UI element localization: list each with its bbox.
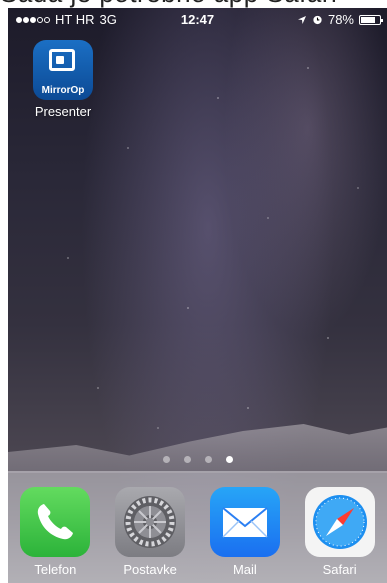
dock-label: Mail <box>232 562 257 577</box>
page-dot-active[interactable] <box>225 456 233 463</box>
app-mirrorop-presenter[interactable]: MirrorOp Presenter <box>20 40 106 119</box>
dock-label: Safari <box>322 562 357 577</box>
dock: Telefon Postavke Mail Safari <box>8 471 387 583</box>
phone-icon <box>20 487 91 557</box>
location-arrow-icon <box>297 15 306 24</box>
mail-icon <box>209 487 280 557</box>
dock-app-mail[interactable]: Mail <box>205 487 285 577</box>
dock-label: Telefon <box>34 562 77 577</box>
battery-icon <box>359 14 383 25</box>
safari-icon <box>304 487 375 557</box>
mirrorop-icon: MirrorOp <box>33 40 93 100</box>
page-dot[interactable] <box>162 456 170 463</box>
cropped-caption: Sada je potrebno app Safari <box>0 0 387 8</box>
dock-app-postavke[interactable]: Postavke <box>110 487 190 577</box>
dock-app-safari[interactable]: Safari <box>300 487 380 577</box>
status-right: 78% <box>297 12 383 27</box>
iphone-home-screen: HT HR 3G 12:47 78% MirrorOp Presenter Te… <box>8 8 387 583</box>
page-dot[interactable] <box>183 456 191 463</box>
settings-icon <box>115 487 186 557</box>
alarm-clock-icon <box>313 15 322 25</box>
battery-percent: 78% <box>327 12 354 27</box>
mirrorop-icon-text: MirrorOp <box>41 85 85 96</box>
page-dot[interactable] <box>204 456 212 463</box>
page-indicator[interactable] <box>8 456 387 463</box>
dock-app-telefon[interactable]: Telefon <box>15 487 95 577</box>
app-label: Presenter <box>34 104 92 119</box>
presenter-screen-icon <box>49 49 75 71</box>
dock-label: Postavke <box>123 562 177 577</box>
status-bar: HT HR 3G 12:47 78% <box>8 8 387 30</box>
